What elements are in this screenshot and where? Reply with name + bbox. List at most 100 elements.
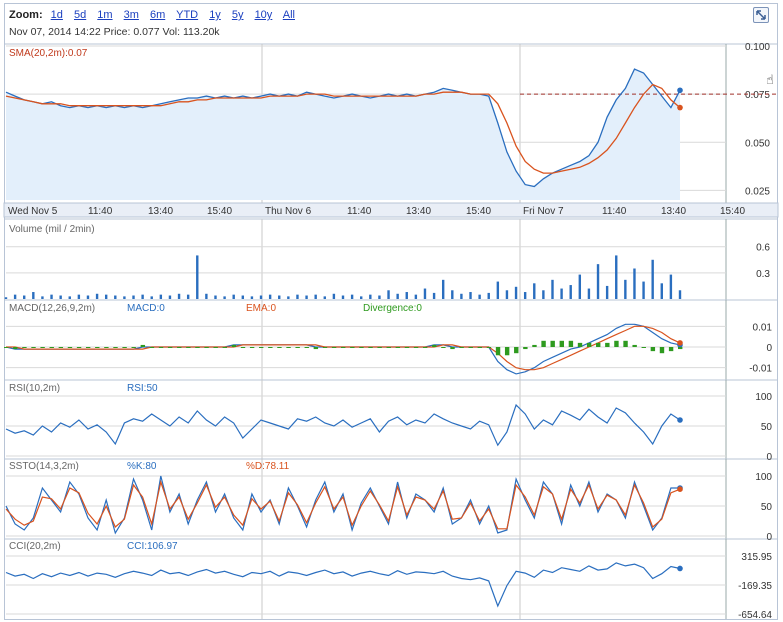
- volume-bar: [460, 293, 463, 299]
- chart-widget: Zoom: 1d 5d 1m 3m 6m YTD 1y 5y 10y All N…: [0, 0, 783, 622]
- macd-divergence-bar: [504, 347, 510, 356]
- macd-divergence-bar: [577, 342, 583, 347]
- macd-divergence-bar: [459, 347, 464, 348]
- x-tick-label: Thu Nov 6: [265, 206, 312, 217]
- volume-bar: [223, 296, 226, 299]
- cci-tick-label: -654.64: [738, 610, 772, 621]
- volume-bar: [669, 274, 673, 299]
- volume-bar: [478, 294, 481, 299]
- macd-divergence-bar: [432, 344, 437, 347]
- volume-bar: [369, 294, 372, 299]
- volume-bar: [95, 293, 99, 299]
- macd-divergence-bar: [113, 347, 118, 348]
- volume-bar: [32, 292, 35, 299]
- volume-bar: [141, 294, 144, 299]
- x-tick-label: 13:40: [661, 206, 686, 217]
- macd-divergence-bar: [450, 347, 455, 350]
- macd-divergence-bar: [76, 347, 82, 348]
- ema-legend: EMA:0: [246, 303, 277, 314]
- hand-cursor-icon: ☝: [766, 73, 774, 88]
- macd-divergence-bar: [31, 347, 36, 348]
- x-tick-label: 15:40: [466, 206, 491, 217]
- macd-divergence-bar: [177, 347, 182, 348]
- macd-divergence-bar: [413, 347, 419, 348]
- macd-divergence-bar: [313, 347, 319, 350]
- volume-bar: [214, 295, 217, 299]
- volume-bar: [104, 294, 108, 299]
- volume-bar: [678, 290, 682, 299]
- ssto-panel-title: SSTO(14,3,2m): [9, 461, 79, 472]
- macd-divergence-bar: [477, 347, 483, 348]
- macd-divergence-bar: [422, 347, 428, 348]
- volume-bar: [560, 288, 563, 299]
- price-tick-label: 0.075: [745, 90, 770, 101]
- macd-divergence-bar: [395, 347, 401, 348]
- volume-bar: [186, 294, 190, 299]
- price-tick-label: 0.050: [745, 138, 770, 149]
- macd-divergence-bar: [377, 347, 382, 348]
- cci-last-dot: [677, 565, 683, 572]
- volume-bar: [523, 292, 527, 299]
- macd-divergence-bar: [122, 347, 127, 348]
- rsi-last-dot: [677, 417, 683, 423]
- macd-divergence-bar: [131, 347, 136, 348]
- volume-bar: [168, 295, 172, 299]
- volume-bar: [651, 259, 654, 299]
- k-legend: %K:80: [127, 461, 157, 472]
- macd-divergence-bar: [277, 347, 282, 348]
- macd-divergence-bar: [104, 347, 109, 348]
- volume-bar: [569, 285, 572, 299]
- macd-divergence-bar: [240, 347, 246, 348]
- volume-bar: [250, 296, 254, 299]
- macd-divergence-bar: [331, 347, 337, 348]
- volume-bar: [441, 279, 445, 299]
- macd-divergence-bar: [40, 347, 45, 348]
- price-tick-label: 0.025: [745, 186, 770, 197]
- volume-bar: [605, 285, 609, 299]
- volume-bar: [578, 274, 582, 299]
- cci-series-cci: [5, 562, 681, 608]
- volume-bar: [542, 290, 545, 299]
- macd-divergence-bar: [523, 347, 528, 350]
- macd-divergence-bar: [304, 347, 309, 348]
- macd-divergence-bar: [404, 347, 410, 348]
- macd-divergence-bar: [95, 347, 100, 348]
- volume-bar: [268, 294, 272, 299]
- volume-bar: [642, 281, 645, 299]
- volume-bar: [41, 296, 44, 299]
- d-legend: %D:78.11: [246, 461, 290, 472]
- macd-divergence-bar: [441, 347, 446, 348]
- volume-bar: [378, 295, 381, 299]
- macd-divergence-bar: [249, 347, 255, 348]
- price-last-dot: [677, 104, 683, 111]
- volume-bar: [205, 293, 208, 299]
- volume-bar: [633, 268, 636, 299]
- macd-divergence-bar: [195, 347, 200, 348]
- volume-bar: [86, 295, 90, 299]
- rsi-tick-label: 0: [766, 452, 772, 463]
- volume-tick-label: 0.3: [756, 269, 770, 280]
- volume-bar: [177, 293, 181, 299]
- x-tick-label: 11:40: [602, 206, 627, 217]
- x-tick-label: 13:40: [406, 206, 431, 217]
- macd-divergence-bar: [231, 344, 237, 347]
- cci-panel-title: CCI(20,2m): [9, 541, 61, 552]
- rsi-tick-label: 100: [755, 392, 772, 403]
- ssto-last-dot: [677, 486, 683, 493]
- volume-bar: [13, 294, 17, 299]
- rsi-legend: RSI:50: [127, 383, 158, 394]
- macd-divergence-bar: [22, 347, 27, 348]
- macd-divergence-bar: [468, 347, 473, 348]
- macd-divergence-bar: [659, 347, 665, 354]
- volume-bar: [405, 292, 408, 299]
- volume-bar: [615, 255, 618, 299]
- macd-divergence-bar: [568, 340, 574, 347]
- macd-divergence-bar: [486, 347, 492, 348]
- volume-bar: [68, 296, 71, 299]
- x-tick-label: 11:40: [88, 206, 113, 217]
- macd-divergence-bar: [158, 347, 164, 348]
- volume-bar: [77, 294, 81, 299]
- volume-bar: [132, 295, 135, 299]
- volume-bar: [123, 296, 126, 299]
- macd-tick-label: -0.01: [749, 364, 772, 375]
